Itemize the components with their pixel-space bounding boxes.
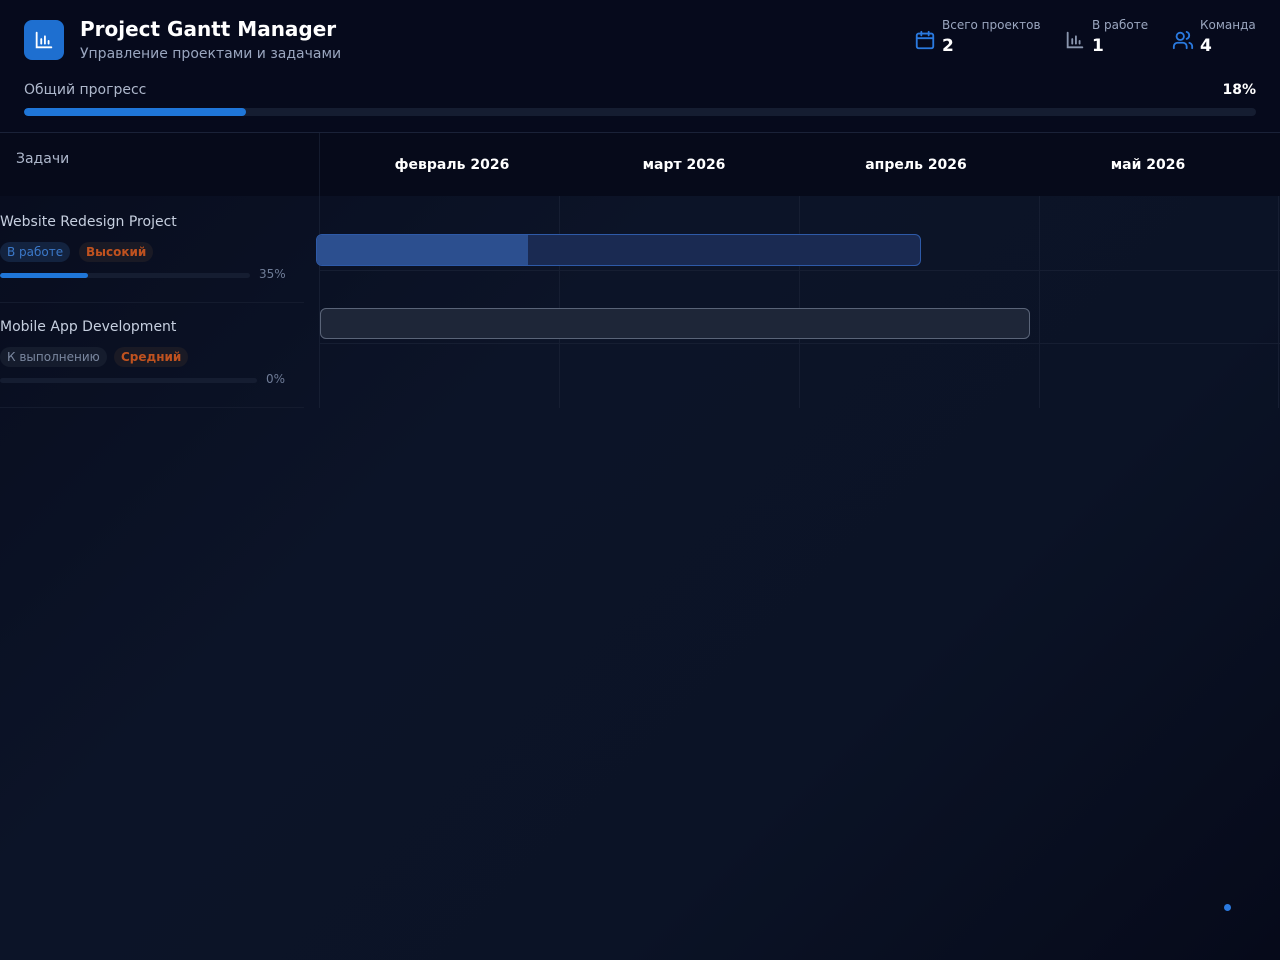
status-badge: К выполнению bbox=[0, 347, 107, 367]
grid-line bbox=[1039, 196, 1040, 408]
month-header: май 2026 bbox=[1110, 157, 1186, 173]
gantt-bar[interactable] bbox=[320, 308, 1030, 339]
stat-value: 1 bbox=[1092, 36, 1104, 56]
priority-badge: Высокий bbox=[79, 242, 154, 262]
grid-line bbox=[319, 343, 1280, 344]
calendar-icon bbox=[915, 30, 935, 50]
stat-in-progress: В работе 1 bbox=[1064, 17, 1148, 56]
gantt-bar[interactable] bbox=[316, 234, 921, 266]
grid-line bbox=[1278, 196, 1279, 408]
gantt-bar-progress bbox=[317, 235, 529, 265]
grid-line bbox=[559, 196, 560, 408]
task-progress-bar bbox=[0, 378, 257, 383]
tasks-column-header: Задачи bbox=[16, 151, 70, 167]
grid-line bbox=[799, 196, 800, 408]
grid-line bbox=[319, 270, 1280, 271]
task-progress-percent: 35% bbox=[259, 267, 286, 281]
task-row[interactable]: Website Redesign Project В работе Высоки… bbox=[0, 198, 304, 303]
priority-badge: Средний bbox=[114, 347, 189, 367]
overall-progress-fill bbox=[24, 108, 246, 116]
stat-value: 4 bbox=[1200, 36, 1212, 56]
task-row[interactable]: Mobile App Development К выполнению Сред… bbox=[0, 303, 304, 408]
status-badge: В работе bbox=[0, 242, 71, 262]
task-progress-percent: 0% bbox=[266, 372, 286, 386]
users-icon bbox=[1172, 31, 1194, 50]
task-progress-fill bbox=[0, 273, 88, 278]
app-header: Project Gantt Manager Управление проекта… bbox=[0, 0, 1280, 133]
bar-chart-icon bbox=[1066, 31, 1084, 49]
app-title: Project Gantt Manager bbox=[80, 17, 337, 41]
stat-label: В работе bbox=[1092, 18, 1149, 32]
bar-chart-icon bbox=[35, 31, 53, 49]
overall-progress-bar bbox=[24, 108, 1256, 116]
status-dot bbox=[1224, 904, 1231, 911]
stat-total-projects: Всего проектов 2 bbox=[914, 17, 1041, 56]
task-progress-bar bbox=[0, 273, 250, 278]
task-name[interactable]: Website Redesign Project bbox=[0, 214, 177, 230]
grid-line bbox=[319, 196, 320, 408]
app-subtitle: Управление проектами и задачами bbox=[80, 46, 342, 62]
overall-progress-label: Общий прогресс bbox=[24, 82, 147, 98]
header-divider bbox=[319, 133, 320, 196]
stat-value: 2 bbox=[942, 36, 954, 56]
task-name[interactable]: Mobile App Development bbox=[0, 319, 176, 335]
month-header: февраль 2026 bbox=[394, 157, 510, 173]
stat-team: Команда 4 bbox=[1172, 17, 1256, 56]
stat-label: Команда bbox=[1200, 18, 1256, 32]
month-header: апрель 2026 bbox=[865, 157, 967, 173]
overall-progress-percent: 18% bbox=[1222, 82, 1256, 98]
stat-label: Всего проектов bbox=[942, 18, 1041, 32]
month-header: март 2026 bbox=[642, 157, 726, 173]
app-logo[interactable] bbox=[24, 20, 64, 60]
